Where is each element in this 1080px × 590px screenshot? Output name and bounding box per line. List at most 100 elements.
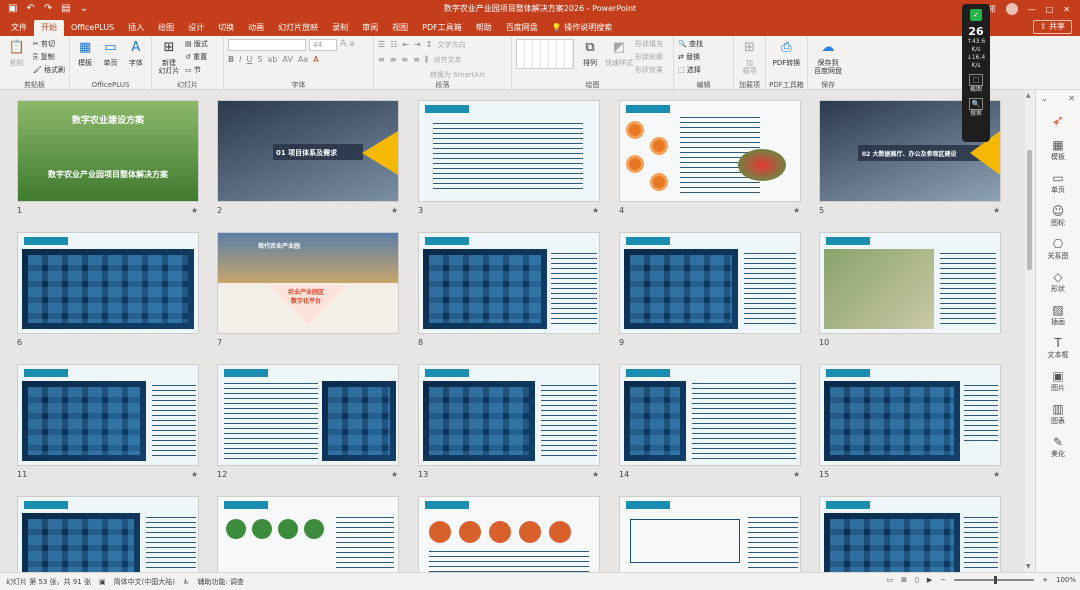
scroll-down-icon[interactable]: ▼ [1026,563,1031,570]
normal-view-icon[interactable]: ▭ [886,576,893,584]
panel-item-chart[interactable]: ▥ 图表 [1036,402,1080,426]
panel-item-beautify[interactable]: ✎ 美化 [1036,435,1080,459]
slide-thumbnail-8[interactable] [418,232,600,334]
justify-icon[interactable]: ≡ [413,54,420,66]
slide-sorter-view-icon[interactable]: ⊞ [901,576,907,584]
chevron-down-icon[interactable]: ⌄ [1041,94,1048,103]
scroll-thumb[interactable] [1027,150,1032,270]
copy-button[interactable]: ⎘ 复制 [33,52,65,63]
tab-slideshow[interactable]: 幻灯片放映 [271,20,325,36]
outdent-icon[interactable]: ⇥ [414,39,421,51]
tab-help[interactable]: 帮助 [469,20,499,36]
panel-item-template[interactable]: ▦ 模板 [1036,138,1080,162]
search-icon[interactable]: 🔍 [969,98,983,110]
format-painter-button[interactable]: 🖌 格式刷 [33,65,65,76]
zoom-in-icon[interactable]: + [1042,576,1048,584]
scroll-up-icon[interactable]: ▲ [1026,92,1031,99]
slide-thumbnail-6[interactable] [17,232,199,334]
shadow-icon[interactable]: S [257,54,262,66]
align-right-icon[interactable]: ≡ [401,54,408,66]
zoom-level[interactable]: 100% [1056,576,1076,584]
undo-icon[interactable]: ↶ [26,0,34,18]
share-button[interactable]: ⇧ 共享 [1032,20,1072,34]
bullets-icon[interactable]: ☰ [378,39,385,51]
slide-thumbnail-17[interactable] [217,496,399,572]
shrink-font-icon[interactable]: a [349,39,355,51]
slide-thumbnail-1[interactable]: 数字农业建设方案 数字农业产业园项目整体解决方案 [17,100,199,202]
accessibility-status[interactable]: 辅助功能: 调查 [197,577,244,587]
spacing-icon[interactable]: AV [282,54,292,66]
align-center-icon[interactable]: ≡ [390,54,397,66]
find-button[interactable]: 🔍 查找 [678,39,703,50]
slide-thumbnail-2[interactable]: 01 项目体系及需求 [217,100,399,202]
tab-view[interactable]: 视图 [385,20,415,36]
tab-pdf-toolbox[interactable]: PDF工具箱 [415,20,469,36]
italic-icon[interactable]: I [239,54,241,66]
font-name-combo[interactable] [228,39,306,51]
font-color-icon[interactable]: A [313,54,318,66]
slide-thumbnail-7[interactable]: 现代农业产业园 农业产业园区 数字化平台 [217,232,399,334]
slide-thumbnail-18[interactable] [418,496,600,572]
tab-animations[interactable]: 动画 [241,20,271,36]
slide-thumbnail-10[interactable] [819,232,1001,334]
shape-outline-button[interactable]: 形状轮廓 [635,52,663,63]
slideshow-view-icon[interactable]: ▶ [927,576,932,584]
section-button[interactable]: ▭ 节 [185,65,208,76]
accessibility-icon[interactable]: ♿ [183,578,189,586]
screenshot-icon[interactable]: ⬚ [969,74,983,86]
tab-design[interactable]: 设计 [181,20,211,36]
zoom-out-icon[interactable]: − [940,576,946,584]
save-icon[interactable]: ▣ [8,0,17,18]
maximize-icon[interactable]: □ [1046,5,1054,14]
slide-thumbnail-20[interactable] [819,496,1001,572]
panel-item-textbox[interactable]: T 文本框 [1036,336,1080,360]
tab-officeplus[interactable]: OfficePLUS [64,20,121,36]
redo-icon[interactable]: ↷ [44,0,52,18]
shape-fill-button[interactable]: 形状填充 [635,39,663,50]
case-icon[interactable]: Aa [298,54,308,66]
close-icon[interactable]: ✕ [1068,94,1075,103]
align-left-icon[interactable]: ≡ [378,54,385,66]
vertical-scrollbar[interactable]: ▲ ▼ [1025,90,1035,572]
select-button[interactable]: ⬚ 选择 [678,65,703,76]
tab-file[interactable]: 文件 [4,20,34,36]
avatar[interactable] [1005,3,1018,15]
numbering-icon[interactable]: ☷ [390,39,397,51]
panel-item-shapes[interactable]: ◇ 形状 [1036,270,1080,294]
align-text-button[interactable]: 对齐文本 [434,54,462,66]
line-spacing-icon[interactable]: ↕ [426,39,433,51]
reading-view-icon[interactable]: ▯ [915,576,919,584]
indent-icon[interactable]: ⇤ [402,39,409,51]
strikethrough-icon[interactable]: ab [267,54,277,66]
minimize-icon[interactable]: — [1028,5,1036,14]
proofing-icon[interactable]: ▣ [99,578,106,586]
network-monitor-widget[interactable]: ✓ 26 ↑43.6 K/s ↓16.4 K/s ⬚ 截图 🔍 搜索 [962,4,990,142]
tab-transitions[interactable]: 切换 [211,20,241,36]
grow-font-icon[interactable]: A [340,39,346,51]
tab-home[interactable]: 开始 [34,20,64,36]
text-direction-button[interactable]: 文字方向 [437,39,465,51]
slide-thumbnail-3[interactable] [418,100,600,202]
tab-draw[interactable]: 绘图 [151,20,181,36]
tab-review[interactable]: 审阅 [355,20,385,36]
slide-thumbnail-13[interactable] [418,364,600,466]
tab-record[interactable]: 录制 [325,20,355,36]
slide-thumbnail-15[interactable] [819,364,1001,466]
columns-icon[interactable]: ⫼ [425,54,429,66]
slide-thumbnail-9[interactable] [619,232,801,334]
layout-button[interactable]: ▤ 版式 [185,39,208,50]
panel-item-single-page[interactable]: ▭ 单页 [1036,171,1080,195]
slide-thumbnail-19[interactable] [619,496,801,572]
slide-thumbnail-4[interactable] [619,100,801,202]
panel-item-relationship[interactable]: ⎔ 关系图 [1036,237,1080,261]
zoom-slider[interactable] [954,576,1035,584]
language-indicator[interactable]: 简体中文(中国大陆) [114,577,175,587]
underline-icon[interactable]: U [246,54,252,66]
replace-button[interactable]: ⇄ 替换 [678,52,703,63]
panel-item-icons[interactable]: ☺ 图标 [1036,204,1080,228]
slide-thumbnail-16[interactable] [17,496,199,572]
customize-qa-icon[interactable]: ⌄ [80,0,88,18]
slide-thumbnail-12[interactable] [217,364,399,466]
shapes-gallery[interactable] [516,39,574,69]
zoom-slider-knob[interactable] [994,576,998,584]
